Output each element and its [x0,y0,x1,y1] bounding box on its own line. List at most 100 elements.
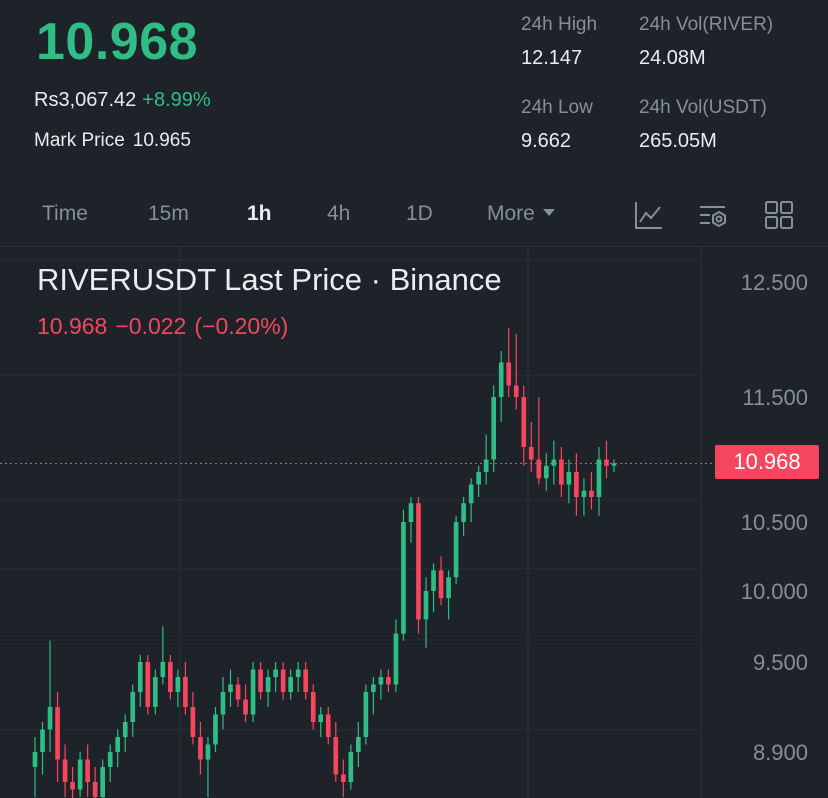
candle-body [423,591,429,620]
caret-down-icon [542,209,555,216]
candle-body [55,707,60,760]
candle-body [183,677,188,707]
candle-body [401,522,406,634]
candle-body [521,397,527,447]
last-price: 10.968 [36,13,199,71]
price-axis-tick: 12.500 [741,270,808,295]
candle-body [483,459,489,472]
tab-more[interactable]: More [487,202,555,226]
candle-body [393,633,399,685]
candle-body [611,463,617,466]
candle-body [198,737,203,760]
candle-body [543,465,549,479]
candle-body [604,459,609,466]
candle-body [310,692,316,722]
candle-body [92,782,98,797]
grid-layout-icon[interactable] [762,198,796,232]
price-axis-tick: 9.500 [753,650,808,675]
candle-body [62,759,68,782]
tab-more-label: More [487,202,535,225]
current-price-tag: 10.968 [715,445,819,479]
stat-high-value: 12.147 [521,47,583,69]
interval-tabs: Time 15m 1h 4h 1D More [0,190,828,240]
candle-body [559,459,564,485]
candle-body [340,774,346,782]
stat-low-value: 9.662 [521,130,572,152]
price-axis-tick: 8.900 [753,740,808,765]
candle-body [40,729,45,752]
candle-body [205,744,211,760]
candle-body [288,677,293,692]
candle-body [476,472,481,485]
stat-high-label: 24h High [521,14,598,35]
candle-body [333,737,339,775]
tab-4h[interactable]: 4h [327,202,350,226]
chart-change-percent: (−0.20%) [194,313,289,339]
candle-body [77,759,83,790]
candle-body [566,472,572,485]
candle-body [115,737,121,752]
price-axis-tick: 10.500 [741,510,808,535]
candle-body [130,692,136,722]
candle-body [318,714,324,722]
tab-1d[interactable]: 1D [406,202,433,226]
candle-body [295,669,301,677]
candle-body [348,752,354,782]
price-change-percent: +8.99% [142,89,211,111]
candle-body [175,677,181,692]
candle-body [461,503,466,522]
candle-body [453,522,459,578]
candle-body [258,669,263,692]
tab-time[interactable]: Time [42,202,88,226]
mark-price-label[interactable]: Mark Price [34,130,125,151]
chart-indicator-icon[interactable] [632,198,666,232]
tab-1h[interactable]: 1h [247,202,272,226]
chart-change: −0.022 [115,313,187,339]
candle-body [386,677,391,685]
stat-vol-usdt-value: 265.05M [639,130,717,152]
stat-low-label: 24h Low [521,97,593,118]
stat-vol-usdt-label: 24h Vol(USDT) [639,97,767,118]
candle-body [416,503,421,620]
candle-body [280,669,286,692]
candle-body [506,362,512,386]
stat-vol-river-label: 24h Vol(RIVER) [639,14,774,35]
candle-body [70,782,75,790]
candle-body [468,484,474,504]
candle-body [378,677,384,685]
candle-body [107,752,113,767]
candle-body [551,459,557,466]
candle-body [243,699,248,715]
candle-body [100,767,106,797]
candle-body [145,662,151,707]
candle-body [438,570,444,599]
candle-body [446,577,451,599]
candle-body [32,752,38,767]
chart-settings-icon[interactable] [697,198,731,232]
candle-body [265,677,271,692]
candle-body [220,692,226,715]
candle-body [303,669,309,692]
candle-body [491,397,497,460]
stat-vol-river-value: 24.08M [639,47,706,69]
candle-body [325,714,331,737]
chart-last-price: 10.968 [37,313,108,339]
candle-body [581,490,587,497]
candle-body [596,459,602,497]
candle-body [498,362,504,397]
candle-body [513,385,519,397]
candle-body [589,490,594,497]
candle-body [574,472,579,497]
mark-price-value: 10.965 [132,130,191,151]
candle-body [122,722,128,737]
candle-body [85,759,90,782]
candle-body [536,459,542,479]
fiat-price: Rs3,067.42 [34,89,137,111]
candle-body [235,684,241,700]
fiat-price-row: Rs3,067.42 +8.99% [34,89,211,112]
candle-body [273,669,278,677]
candle-body [363,692,369,737]
tab-15m[interactable]: 15m [148,202,189,226]
candle-body [250,669,256,715]
candle-body [356,737,361,752]
